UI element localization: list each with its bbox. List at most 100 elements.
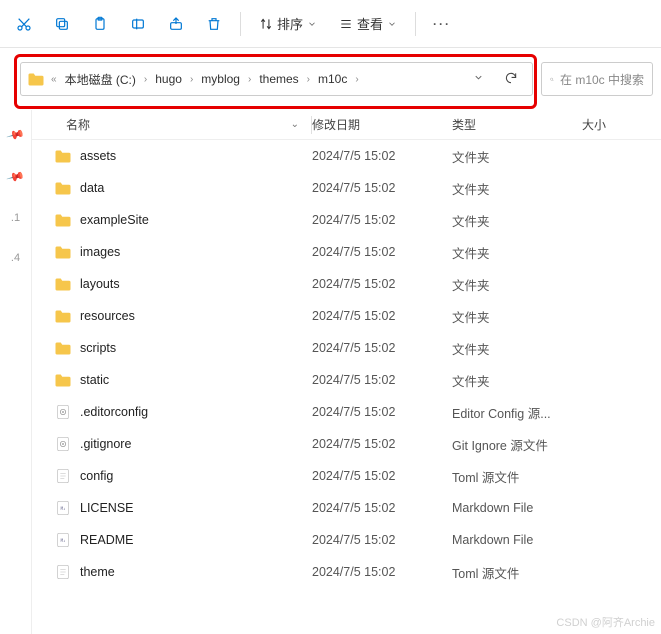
file-name: data <box>80 181 104 195</box>
folder-icon <box>54 180 72 196</box>
chevron-right-icon: › <box>142 74 149 85</box>
toolbar-separator <box>240 12 241 36</box>
chevron-right-icon: › <box>246 74 253 85</box>
copy-button[interactable] <box>44 6 80 42</box>
main-area: 📌 📌 .1 .4 名称 ⌄ 修改日期 类型 大小 assets 2024/7/5… <box>0 110 661 634</box>
breadcrumb-drive[interactable]: 本地磁盘 (C:) <box>63 69 138 90</box>
file-name: theme <box>80 565 115 579</box>
address-bar[interactable]: « 本地磁盘 (C:) › hugo › myblog › themes › m… <box>20 62 533 96</box>
file-date: 2024/7/5 15:02 <box>312 181 452 195</box>
more-button[interactable]: ··· <box>424 6 460 42</box>
watermark: CSDN @阿齐Archie <box>556 614 655 630</box>
pin-icon[interactable]: 📌 <box>6 125 26 145</box>
pin-icon[interactable]: 📌 <box>6 167 26 187</box>
file-name: static <box>80 373 109 387</box>
file-date: 2024/7/5 15:02 <box>312 341 452 355</box>
file-row[interactable]: config 2024/7/5 15:02Toml 源文件 <box>32 460 661 492</box>
folder-icon <box>54 308 72 324</box>
file-row[interactable]: layouts2024/7/5 15:02文件夹 <box>32 268 661 300</box>
file-name: config <box>80 469 113 483</box>
history-dropdown[interactable] <box>465 72 492 86</box>
file-row[interactable]: M↓ README 2024/7/5 15:02Markdown File <box>32 524 661 556</box>
file-row[interactable]: M↓LICENSE2024/7/5 15:02Markdown File <box>32 492 661 524</box>
file-icon: M↓ <box>54 532 72 548</box>
folder-icon <box>54 276 72 292</box>
view-label: 查看 <box>357 14 383 33</box>
column-type[interactable]: 类型 <box>452 116 582 133</box>
file-type: Toml 源文件 <box>452 467 582 486</box>
file-date: 2024/7/5 15:02 <box>312 245 452 259</box>
file-name: assets <box>80 149 116 163</box>
file-type: 文件夹 <box>452 179 582 198</box>
column-size[interactable]: 大小 <box>582 116 661 133</box>
file-type: 文件夹 <box>452 147 582 166</box>
column-date[interactable]: 修改日期 <box>312 116 452 133</box>
folder-icon <box>54 212 72 228</box>
file-row[interactable]: assets 2024/7/5 15:02文件夹 <box>32 140 661 172</box>
folder-icon <box>27 72 43 86</box>
file-name: README <box>80 533 133 547</box>
search-box[interactable]: 在 m10c 中搜索 <box>541 62 653 96</box>
file-date: 2024/7/5 15:02 <box>312 533 452 547</box>
breadcrumb-segment[interactable]: hugo <box>153 70 184 88</box>
sidebar-item[interactable]: .4 <box>11 252 20 264</box>
rows-container: assets2024/7/5 15:02文件夹data2024/7/5 15:0… <box>32 140 661 588</box>
file-date: 2024/7/5 15:02 <box>312 437 452 451</box>
file-name: LICENSE <box>80 501 134 515</box>
delete-button[interactable] <box>196 6 232 42</box>
file-row[interactable]: theme2024/7/5 15:02Toml 源文件 <box>32 556 661 588</box>
file-row[interactable]: resources2024/7/5 15:02文件夹 <box>32 300 661 332</box>
file-row[interactable]: exampleSite2024/7/5 15:02文件夹 <box>32 204 661 236</box>
file-icon: M↓ <box>54 500 72 516</box>
column-name[interactable]: 名称 ⌄ <box>32 116 312 134</box>
file-icon <box>54 564 72 580</box>
file-row[interactable]: .gitignore 2024/7/5 15:02Git Ignore 源文件 <box>32 428 661 460</box>
refresh-button[interactable] <box>496 71 526 88</box>
file-row[interactable]: images2024/7/5 15:02文件夹 <box>32 236 661 268</box>
file-name: images <box>80 245 120 259</box>
sort-dropdown[interactable]: 排序 <box>249 6 327 42</box>
breadcrumb-segment[interactable]: m10c <box>316 70 349 88</box>
file-type: 文件夹 <box>452 371 582 390</box>
svg-text:M↓: M↓ <box>61 506 66 511</box>
folder-icon <box>54 244 72 260</box>
file-date: 2024/7/5 15:02 <box>312 469 452 483</box>
svg-text:M↓: M↓ <box>61 538 66 543</box>
sidebar-item[interactable]: .1 <box>11 212 20 224</box>
file-date: 2024/7/5 15:02 <box>312 501 452 515</box>
chevron-down-icon <box>387 19 397 29</box>
file-type: Git Ignore 源文件 <box>452 435 582 454</box>
file-row[interactable]: scripts2024/7/5 15:02文件夹 <box>32 332 661 364</box>
rename-button[interactable] <box>120 6 156 42</box>
file-type: 文件夹 <box>452 275 582 294</box>
file-type: 文件夹 <box>452 307 582 326</box>
sort-indicator-icon: ⌄ <box>291 119 299 130</box>
view-dropdown[interactable]: 查看 <box>329 6 407 42</box>
file-date: 2024/7/5 15:02 <box>312 405 452 419</box>
file-date: 2024/7/5 15:02 <box>312 373 452 387</box>
paste-button[interactable] <box>82 6 118 42</box>
file-name: .editorconfig <box>80 405 148 419</box>
breadcrumb-segment[interactable]: themes <box>257 70 300 88</box>
address-bar-row: « 本地磁盘 (C:) › hugo › myblog › themes › m… <box>0 48 661 110</box>
chevron-down-icon <box>307 19 317 29</box>
file-date: 2024/7/5 15:02 <box>312 309 452 323</box>
file-row[interactable]: data 2024/7/5 15:02文件夹 <box>32 172 661 204</box>
file-name: .gitignore <box>80 437 131 451</box>
search-placeholder: 在 m10c 中搜索 <box>560 71 644 88</box>
search-icon <box>550 73 554 86</box>
chevron-right-icon: › <box>188 74 195 85</box>
file-type: 文件夹 <box>452 211 582 230</box>
breadcrumb-overflow[interactable]: « <box>49 74 59 85</box>
file-name: layouts <box>80 277 120 291</box>
file-date: 2024/7/5 15:02 <box>312 149 452 163</box>
breadcrumb-segment[interactable]: myblog <box>199 70 242 88</box>
file-row[interactable]: static 2024/7/5 15:02文件夹 <box>32 364 661 396</box>
file-row[interactable]: .editorconfig2024/7/5 15:02Editor Config… <box>32 396 661 428</box>
share-button[interactable] <box>158 6 194 42</box>
sidebar: 📌 📌 .1 .4 <box>0 110 32 634</box>
cut-button[interactable] <box>6 6 42 42</box>
file-type: Markdown File <box>452 533 582 547</box>
folder-icon <box>54 148 72 164</box>
column-headers: 名称 ⌄ 修改日期 类型 大小 <box>32 110 661 140</box>
